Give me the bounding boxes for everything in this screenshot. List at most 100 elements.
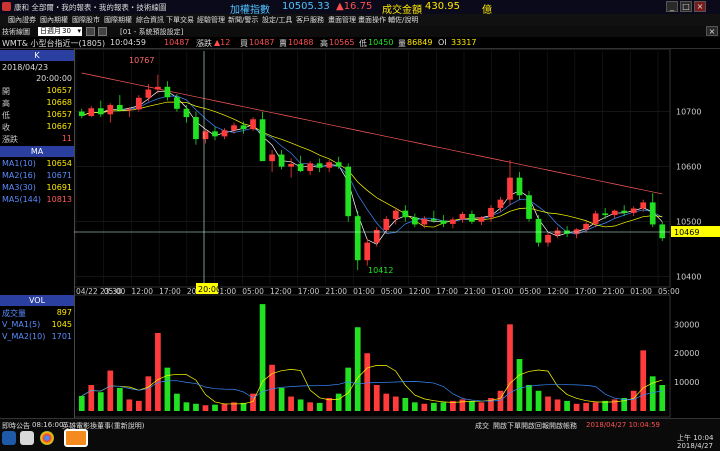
- volume-bar: [269, 364, 275, 411]
- menu-item[interactable]: 畫面操作: [358, 15, 386, 25]
- chrome-icon[interactable]: [40, 431, 54, 445]
- start-button-icon[interactable]: [2, 431, 16, 445]
- volume-bar: [97, 392, 104, 411]
- open-account-button[interactable]: 開啟帳務: [549, 421, 577, 431]
- clock: 2018/04/27 10:04:59: [586, 421, 661, 429]
- ma-row: MA5(144) 10813: [2, 195, 72, 204]
- minimize-icon[interactable]: _: [666, 1, 678, 12]
- candle-body: [640, 202, 647, 209]
- volume-bars: [78, 304, 666, 411]
- candle-body: [193, 117, 199, 140]
- menu-item[interactable]: 綜合資訊: [136, 15, 164, 25]
- volume-bar: [288, 396, 294, 411]
- candle-body: [364, 242, 371, 261]
- vol-row: 成交量 897: [2, 308, 72, 318]
- volume-bar: [202, 405, 209, 411]
- taskbar-app-icon[interactable]: [20, 431, 34, 445]
- price-tick-label: 10600: [676, 163, 701, 172]
- candlestick-chart[interactable]: 1070010600105001040030000200001000004/22…: [74, 49, 720, 418]
- chart-tools-icon[interactable]: [98, 27, 107, 36]
- trading-app-icon[interactable]: [64, 429, 88, 447]
- minutes-value: 30: [62, 27, 71, 35]
- menu-item[interactable]: 國內證券: [8, 15, 36, 25]
- status-bar: 即時公告 08:16:00 英雄電影換董事(重新說明) 成交 開啟下單 開啟回報…: [0, 418, 720, 451]
- volume-bar: [193, 403, 199, 411]
- candle-body: [250, 119, 256, 130]
- volume-bar: [392, 396, 399, 411]
- candle-body: [164, 86, 171, 98]
- menu-item[interactable]: 國內期權: [40, 15, 68, 25]
- volume-bar: [421, 403, 428, 411]
- menu-item[interactable]: 國際期權: [104, 15, 132, 25]
- volume-bar: [554, 399, 561, 411]
- price-tick-label: 10400: [676, 273, 701, 282]
- menu-item[interactable]: 經驗管理: [197, 15, 225, 25]
- panel-close-icon[interactable]: ×: [706, 26, 718, 36]
- candle-body: [88, 108, 95, 116]
- ma30-line: [81, 101, 663, 228]
- title-bar: 康和 全部爾・我的報表・我的報表・技術線圖 加權指數 10505.33 ▲16.…: [0, 0, 720, 16]
- volume-bar: [155, 333, 161, 411]
- time-tick-label: 17:00: [575, 287, 597, 296]
- chart-settings-icon[interactable]: [86, 27, 95, 36]
- ma-row: MA3(30) 10691: [2, 183, 72, 192]
- candle-body: [335, 162, 342, 167]
- close-icon[interactable]: ×: [694, 1, 706, 12]
- change-label: 漲跌: [196, 39, 212, 48]
- period-select[interactable]: 日週月 30 ▾: [38, 27, 82, 36]
- volume-bar: [431, 402, 437, 411]
- candle-body: [231, 125, 237, 131]
- candle-body: [212, 131, 218, 137]
- moving-average-lines: [81, 72, 663, 245]
- candle-body: [136, 97, 142, 110]
- volume-bar: [611, 399, 618, 411]
- time-tick-label: 17:00: [298, 287, 320, 296]
- volume-bar: [126, 399, 133, 411]
- menu-item[interactable]: 國際股市: [72, 15, 100, 25]
- k-change: 漲跌 11: [2, 134, 72, 144]
- trade-button[interactable]: 成交: [475, 421, 489, 431]
- bulletin-label[interactable]: 即時公告: [2, 421, 30, 431]
- candle-body: [107, 104, 114, 115]
- candle-body: [649, 202, 656, 225]
- candle-body: [659, 224, 666, 239]
- candle-body: [431, 218, 437, 221]
- volume-bar: [592, 402, 599, 411]
- menu-item[interactable]: 客戶服務: [296, 15, 324, 25]
- volume-bar: [469, 400, 475, 411]
- vol-panel-header: VOL: [0, 295, 74, 306]
- volume-bar: [183, 402, 190, 411]
- volume-bar: [174, 393, 180, 411]
- volume-bar: [307, 402, 313, 411]
- candle-body: [545, 234, 551, 243]
- time-tick-label: 21:00: [325, 287, 347, 296]
- menu-item[interactable]: 畫面管理: [328, 15, 356, 25]
- time-tick-label: 21:00: [464, 287, 486, 296]
- candle-body: [516, 177, 523, 196]
- volume-bar: [402, 398, 409, 411]
- time-tick-label: 01:00: [492, 287, 514, 296]
- candle-body: [450, 219, 456, 224]
- volume-bar: [535, 390, 542, 411]
- ma10-line: [81, 90, 663, 245]
- open-report-button[interactable]: 開啟回報: [521, 421, 549, 431]
- candle-body: [488, 207, 494, 218]
- time-tick-label: 21:00: [603, 287, 625, 296]
- high-value: 10565: [329, 38, 355, 47]
- amount-value: 430.95: [425, 1, 460, 12]
- candle-body: [421, 218, 428, 225]
- change-value: ▲12: [214, 38, 231, 47]
- menu-item[interactable]: 輔佐/說明: [388, 15, 418, 25]
- maximize-icon[interactable]: □: [680, 1, 692, 12]
- candle-body: [497, 199, 504, 208]
- candle-body: [183, 108, 190, 118]
- price-tick-label: 10700: [676, 108, 701, 117]
- candle-body: [316, 163, 323, 168]
- time-tick-label: 05:00: [658, 287, 680, 296]
- menu-item[interactable]: 設定/工具: [262, 15, 292, 25]
- k-close: 收 10667: [2, 122, 72, 132]
- menu-item[interactable]: 新聞/警示: [228, 15, 258, 25]
- open-order-button[interactable]: 開啟下單: [493, 421, 521, 431]
- menu-item[interactable]: 下單交易: [166, 15, 194, 25]
- bulletin-time: 08:16:00: [32, 421, 64, 429]
